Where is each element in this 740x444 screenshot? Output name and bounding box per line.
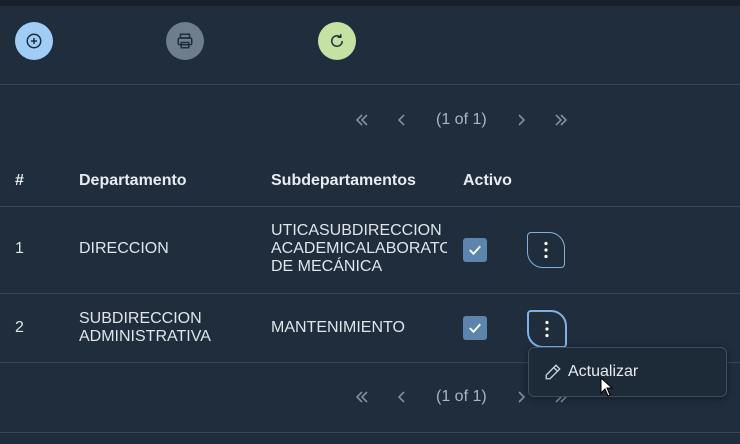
row-subdepartamentos: MANTENIMIENTO	[271, 319, 405, 336]
toolbar	[0, 6, 740, 84]
pencil-icon	[544, 363, 562, 381]
footer-divider	[0, 432, 740, 433]
sub-line: UTICASUBDIRECCION	[271, 222, 442, 239]
sub-line: DE MECÁNICA	[271, 258, 383, 275]
row-actions-button[interactable]	[527, 310, 567, 348]
chevron-left-icon	[397, 391, 405, 403]
mouse-cursor-icon	[600, 377, 614, 397]
chevron-right-icon	[518, 114, 526, 126]
prev-page-button[interactable]	[387, 377, 417, 417]
add-button[interactable]	[15, 22, 53, 60]
paginator-top: (1 of 1)	[0, 100, 740, 140]
header-departamento[interactable]: Departamento	[79, 172, 187, 190]
page-report: (1 of 1)	[436, 111, 487, 128]
toolbar-divider	[0, 84, 740, 85]
refresh-button[interactable]	[318, 22, 356, 60]
first-page-button[interactable]	[347, 377, 377, 417]
row-actions-button[interactable]	[527, 232, 565, 268]
more-vertical-icon	[544, 241, 548, 259]
row-number: 1	[15, 240, 24, 257]
row-departamento: DIRECCION	[79, 240, 169, 257]
dep-line: SUBDIRECCION	[79, 310, 202, 327]
header-number[interactable]: #	[15, 172, 24, 190]
prev-page-button[interactable]	[387, 100, 417, 140]
active-checkbox[interactable]	[463, 238, 487, 262]
check-icon	[469, 245, 481, 256]
refresh-icon	[331, 34, 344, 47]
row-divider	[0, 293, 740, 294]
row-context-menu: Actualizar	[528, 347, 727, 397]
more-vertical-icon	[545, 320, 549, 338]
header-subdepartamentos[interactable]: Subdepartamentos	[271, 172, 416, 190]
check-icon	[469, 323, 481, 334]
sub-line: ACADEMICALABORATO	[271, 240, 447, 257]
print-button[interactable]	[166, 22, 204, 60]
plus-circle-icon	[26, 33, 42, 49]
double-chevron-right-icon	[555, 114, 568, 126]
header-activo[interactable]: Activo	[463, 172, 512, 190]
row-departamento: SUBDIRECCION ADMINISTRATIVA	[79, 310, 211, 346]
next-page-button[interactable]	[506, 100, 536, 140]
page-report: (1 of 1)	[436, 388, 487, 405]
double-chevron-left-icon	[355, 391, 368, 403]
first-page-button[interactable]	[347, 100, 377, 140]
row-subdepartamentos: UTICASUBDIRECCION ACADEMICALABORATO DE M…	[271, 222, 447, 276]
chevron-right-icon	[518, 391, 526, 403]
active-checkbox[interactable]	[463, 316, 487, 340]
header-divider	[0, 206, 740, 207]
printer-icon	[177, 33, 193, 49]
menu-item-actualizar[interactable]: Actualizar	[529, 348, 726, 396]
double-chevron-left-icon	[355, 114, 368, 126]
last-page-button[interactable]	[546, 100, 576, 140]
dep-line: ADMINISTRATIVA	[79, 328, 211, 345]
row-number: 2	[15, 319, 24, 336]
chevron-left-icon	[397, 114, 405, 126]
